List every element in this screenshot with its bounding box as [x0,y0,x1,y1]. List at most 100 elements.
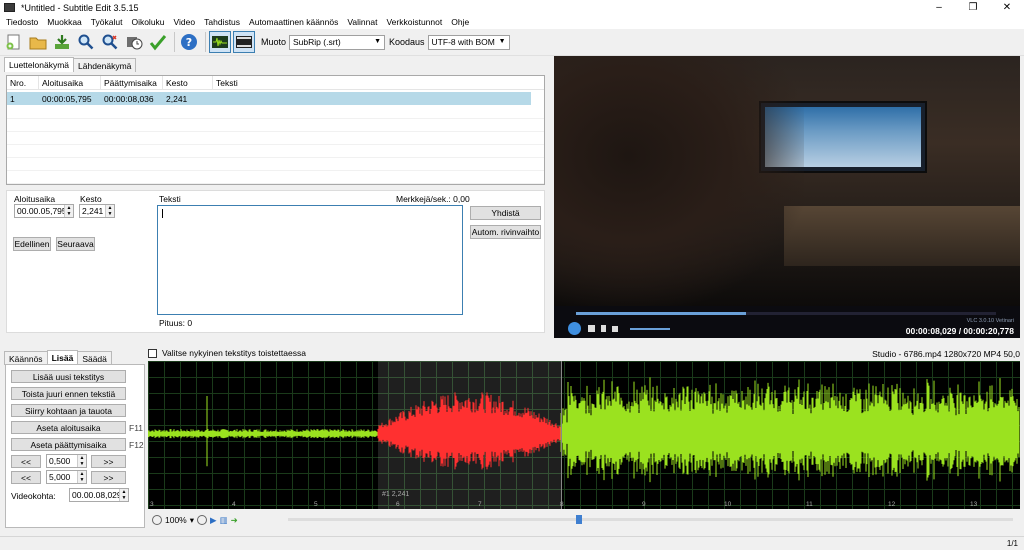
seek-back-large-button[interactable]: << [11,471,41,484]
selection-label: #1 2,241 [382,491,410,498]
column-header-text[interactable]: Teksti [213,76,544,90]
zoom-in-icon[interactable] [197,515,208,525]
spin-arrows-icon[interactable]: ▲ ▼ [64,205,73,217]
menu-bar: Tiedosto Muokkaa Työkalut Oikoluku Video… [0,15,1024,29]
menu-networking[interactable]: Verkkoistunnot [386,17,442,27]
select-current-checkbox[interactable]: Valitse nykyinen tekstitys toistettaessa [148,348,306,358]
start-time-label: Aloitusaika [14,194,56,204]
create-panel: Lisää uusi tekstitys Toista juuri ennen … [5,364,145,528]
waveform-zoom-bar: 100% ▾ ▶ ▥ ➜ [148,513,1020,527]
video-icon[interactable] [233,31,255,53]
stop-icon[interactable] [588,325,595,332]
menu-video[interactable]: Video [174,17,196,27]
time-tick-label: 11 [806,501,813,508]
previous-button[interactable]: Edellinen [13,237,51,251]
auto-break-button[interactable]: Autom. rivinvaihto [470,225,541,239]
set-start-button[interactable]: Aseta aloitusaika [11,421,126,434]
table-row[interactable]: 1 00:00:05,795 00:00:08,036 2,241 [7,92,531,105]
seek-forward-small-button[interactable]: >> [91,455,126,468]
menu-file[interactable]: Tiedosto [6,17,38,27]
spin-arrows-icon[interactable]: ▲ ▼ [77,455,86,467]
add-subtitle-button[interactable]: Lisää uusi tekstitys [11,370,126,383]
column-header-start[interactable]: Aloitusaika [39,76,101,90]
spin-arrows-icon[interactable]: ▲ ▼ [119,489,128,501]
time-tick-label: 4 [232,501,236,508]
small-step-input[interactable]: 0,500 ▲ ▼ [46,454,87,468]
download-icon[interactable] [51,31,73,53]
seek-back-small-button[interactable]: << [11,455,41,468]
spin-arrows-icon[interactable]: ▲ ▼ [77,471,86,483]
menu-auto-translate[interactable]: Automaattinen käännös [249,17,338,27]
time-tick-label: 12 [888,501,896,508]
zoom-out-icon[interactable] [152,515,162,525]
video-player[interactable]: VLC 3.0.10 Vetinari 00:00:08,029 / 00:00… [554,56,1020,338]
tab-translate[interactable]: Käännös [4,351,48,365]
video-position-label: Videokohta: [11,491,56,501]
new-file-icon[interactable] [3,31,25,53]
zoom-value[interactable]: 100% [165,515,187,525]
tab-source-view[interactable]: Lähdenäkymä [73,58,137,72]
time-tick-label: 13 [970,501,978,508]
help-icon[interactable]: ? [178,31,200,53]
replace-icon[interactable] [99,31,121,53]
play-before-button[interactable]: Toista juuri ennen tekstiä [11,387,126,400]
seek-forward-large-button[interactable]: >> [91,471,126,484]
column-header-duration[interactable]: Kesto [163,76,213,90]
menu-edit[interactable]: Muokkaa [47,17,82,27]
menu-sync[interactable]: Tahdistus [204,17,240,27]
position-thumb[interactable] [576,515,582,524]
start-time-input[interactable]: 00.00.05,795 ▲ ▼ [14,204,74,218]
minimize-button[interactable]: – [922,0,956,15]
forward-icon[interactable]: ➜ [231,515,238,526]
encoding-select[interactable]: UTF-8 with BOM ▼ [427,34,510,50]
open-folder-icon[interactable] [27,31,49,53]
menu-tools[interactable]: Työkalut [91,17,123,27]
subtitle-text-input[interactable] [157,205,463,315]
cell-text [213,92,531,105]
encoding-value: UTF-8 with BOM [431,37,495,47]
next-button[interactable]: Seuraava [56,237,95,251]
large-step-input[interactable]: 5,000 ▲ ▼ [46,470,87,484]
play-icon[interactable] [568,322,581,335]
time-tick-label: 9 [642,501,646,508]
tab-adjust[interactable]: Säädä [77,351,112,365]
cell-start: 00:00:05,795 [42,93,92,104]
waveform-position-bar[interactable] [288,515,1013,524]
tab-list-view[interactable]: Luettelonäkymä [4,57,75,72]
tab-create[interactable]: Lisää [46,350,79,365]
volume-slider[interactable] [630,327,670,330]
chevron-down-icon[interactable]: ▾ [190,515,194,526]
waveform-icon[interactable] [209,31,231,53]
merge-button[interactable]: Yhdistä [470,206,541,220]
checkbox-box[interactable] [148,348,157,358]
toolbar-separator [174,32,175,52]
set-end-shortcut: F12 [129,440,144,450]
video-position-input[interactable]: 00.00.08,029 ▲ ▼ [69,488,129,502]
menu-spellcheck[interactable]: Oikoluku [131,17,164,27]
maximize-button[interactable]: ❐ [956,0,990,15]
close-button[interactable]: ✕ [990,0,1024,15]
menu-options[interactable]: Valinnat [347,17,377,27]
spin-arrows-icon[interactable]: ▲ ▼ [105,205,114,217]
play-icon[interactable]: ▶ [210,515,217,526]
column-header-number[interactable]: Nro. [7,76,39,90]
video-scene-desk [784,206,1020,266]
fullscreen-icon[interactable] [612,325,618,332]
sync-icon[interactable] [123,31,145,53]
menu-help[interactable]: Ohje [451,17,469,27]
find-icon[interactable] [75,31,97,53]
format-select[interactable]: SubRip (.srt) ▼ [289,34,386,50]
column-header-end[interactable]: Päättymisaika [101,76,163,90]
subtitle-list[interactable]: Nro. Aloitusaika Päättymisaika Kesto Tek… [6,75,545,185]
check-icon[interactable] [147,31,169,53]
volume-icon[interactable] [601,325,606,332]
playhead-line[interactable] [561,361,562,509]
set-end-button[interactable]: Aseta päättymisaika [11,438,126,451]
duration-input[interactable]: 2,241 ▲ ▼ [79,204,115,218]
audio-waveform[interactable]: #1 2,241 3 4 5 6 7 8 9 10 11 12 13 [148,361,1020,509]
encoding-label: Koodaus [389,37,425,47]
time-tick-label: 5 [314,501,318,508]
pause-icon[interactable]: ▥ [220,515,228,526]
goto-pause-button[interactable]: Siirry kohtaan ja tauota [11,404,126,417]
video-progress-bar[interactable] [576,312,996,315]
